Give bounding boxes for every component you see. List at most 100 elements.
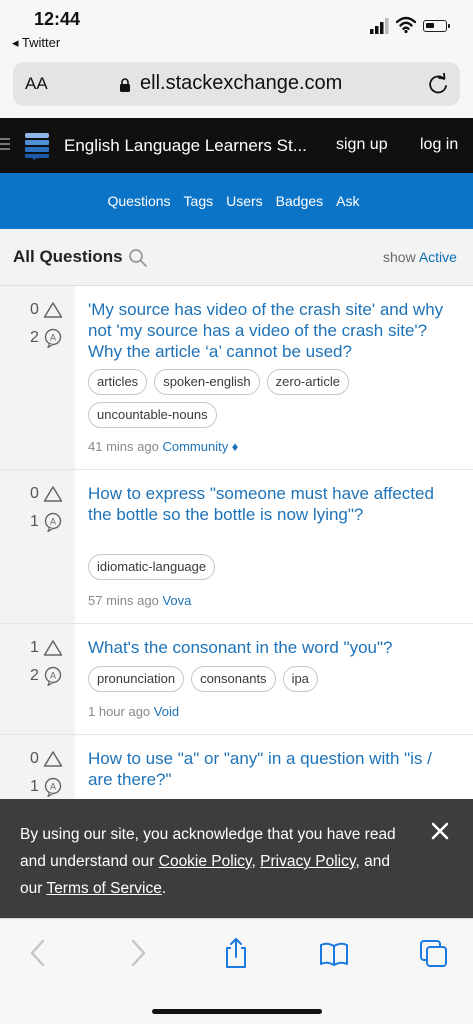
tag-uncountable-nouns[interactable]: uncountable-nouns (88, 402, 217, 428)
question-title-link[interactable]: How to express "someone must have affect… (88, 483, 460, 525)
answer-count: 2 A (30, 328, 62, 348)
answer-number: 1 (30, 778, 39, 795)
question-item: 0 1 A How to express "someone must have … (0, 470, 473, 624)
answer-number: 1 (30, 513, 39, 530)
question-meta: 41 mins ago Community ♦ (88, 439, 238, 454)
vote-number: 0 (30, 485, 39, 502)
vote-count: 0 (30, 301, 63, 319)
vote-count: 0 (30, 485, 63, 503)
tag-pronunciation[interactable]: pronunciation (88, 666, 185, 692)
lock-icon (120, 78, 130, 92)
tag-list: pronunciation consonants ipa (88, 666, 463, 692)
sign-up-link[interactable]: sign up (336, 136, 388, 154)
aa-label: AA (25, 74, 48, 93)
answer-bubble-icon: A (44, 328, 62, 348)
question-item: 0 2 A 'My source has video of the crash … (0, 286, 473, 470)
question-author-link[interactable]: Void (154, 704, 179, 719)
sort-label: show (383, 249, 416, 265)
question-time: 41 mins ago (88, 439, 159, 454)
cookie-message: By using our site, you acknowledge that … (20, 821, 400, 902)
vote-count: 1 (30, 639, 63, 657)
question-item: 0 1 A How to use "a" or "any" in a quest… (0, 735, 473, 799)
site-title[interactable]: English Language Learners St... (64, 136, 307, 156)
cookie-end: . (161, 880, 167, 897)
back-icon[interactable] (24, 937, 54, 969)
page-title: All Questions (13, 247, 123, 266)
svg-text:A: A (50, 333, 56, 343)
site-header: English Language Learners St... sign up … (0, 118, 473, 173)
vote-triangle-icon (43, 751, 63, 767)
address-bar[interactable]: AA ell.stackexchange.com (13, 62, 460, 106)
forward-icon[interactable] (122, 937, 152, 969)
sort-value[interactable]: Active (419, 249, 457, 265)
tag-list: articles spoken-english zero-article unc… (88, 369, 463, 428)
question-time: 57 mins ago (88, 593, 159, 608)
bookmarks-icon[interactable] (319, 937, 349, 969)
battery-icon (423, 20, 450, 32)
question-author-link[interactable]: Community ♦ (162, 439, 238, 454)
answer-count: 1 A (30, 512, 62, 532)
vote-number: 1 (30, 639, 39, 656)
answer-bubble-icon: A (44, 777, 62, 797)
browser-toolbar (0, 918, 473, 1024)
answer-number: 2 (30, 329, 39, 346)
vote-count: 0 (30, 750, 63, 768)
wifi-icon (396, 16, 416, 34)
answer-bubble-icon: A (44, 666, 62, 686)
vote-number: 0 (30, 301, 39, 318)
vote-number: 0 (30, 750, 39, 767)
question-meta: 57 mins ago Vova (88, 593, 191, 608)
clock: 12:44 (34, 9, 81, 29)
signal-icon (370, 18, 389, 34)
hamburger-icon[interactable] (0, 138, 10, 152)
url-text[interactable]: ell.stackexchange.com (140, 72, 342, 95)
search-icon[interactable] (128, 248, 148, 268)
log-in-link[interactable]: log in (420, 136, 458, 154)
nav-questions[interactable]: Questions (107, 193, 170, 209)
tag-spoken-english[interactable]: spoken-english (154, 369, 260, 395)
tag-articles[interactable]: articles (88, 369, 148, 395)
nav-users[interactable]: Users (226, 193, 263, 209)
svg-text:A: A (50, 782, 56, 792)
questions-list-header: All Questions show Active (0, 229, 473, 286)
cookie-separator: , (251, 853, 261, 870)
question-item: 1 2 A What's the consonant in the word "… (0, 624, 473, 735)
status-bar: 12:44 ◂ Twitter (0, 0, 473, 60)
browser-address-area: AA ell.stackexchange.com (0, 60, 473, 118)
svg-text:A: A (50, 671, 56, 681)
answer-count: 1 A (30, 777, 62, 797)
nav-ask[interactable]: Ask (336, 193, 359, 209)
cookie-banner: By using our site, you acknowledge that … (0, 799, 473, 918)
answer-bubble-icon: A (44, 512, 62, 532)
question-title-link[interactable]: What's the consonant in the word "you"? (88, 637, 460, 658)
reload-icon[interactable] (427, 73, 449, 95)
cookie-policy-link[interactable]: Cookie Policy (159, 853, 252, 870)
question-meta: 1 hour ago Void (88, 704, 179, 719)
stack-logo-icon[interactable] (24, 132, 50, 160)
answer-count: 2 A (30, 666, 62, 686)
sort-selector[interactable]: show Active (383, 249, 457, 265)
tag-zero-article[interactable]: zero-article (266, 369, 349, 395)
tag-consonants[interactable]: consonants (191, 666, 276, 692)
reader-text-size-button[interactable]: AA (25, 74, 48, 94)
question-title-link[interactable]: 'My source has video of the crash site' … (88, 299, 460, 362)
question-time: 1 hour ago (88, 704, 151, 719)
share-icon[interactable] (221, 937, 251, 969)
nav-tags[interactable]: Tags (184, 193, 214, 209)
vote-triangle-icon (43, 486, 63, 502)
tabs-icon[interactable] (419, 937, 449, 969)
nav-badges[interactable]: Badges (276, 193, 323, 209)
terms-of-service-link[interactable]: Terms of Service (46, 880, 161, 897)
back-to-app-link[interactable]: ◂ Twitter (12, 35, 60, 51)
question-author-link[interactable]: Vova (162, 593, 191, 608)
question-title-link[interactable]: How to use "a" or "any" in a question wi… (88, 748, 460, 790)
tag-list: idiomatic-language (88, 554, 463, 580)
home-indicator (152, 1009, 322, 1014)
close-icon[interactable] (430, 821, 450, 841)
svg-text:A: A (50, 517, 56, 527)
tag-ipa[interactable]: ipa (282, 666, 318, 692)
vote-triangle-icon (43, 302, 63, 318)
vote-triangle-icon (43, 640, 63, 656)
privacy-policy-link[interactable]: Privacy Policy (260, 853, 355, 870)
tag-idiomatic-language[interactable]: idiomatic-language (88, 554, 216, 580)
